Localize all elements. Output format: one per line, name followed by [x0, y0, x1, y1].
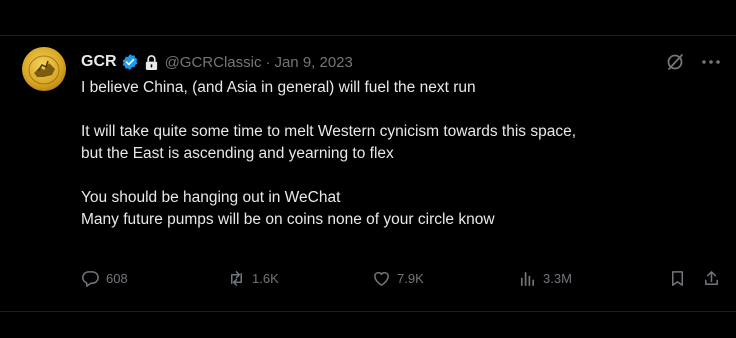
lock-icon: [145, 54, 157, 70]
action-bar: 608 1.6K 7.9K 3.3M: [81, 265, 726, 291]
reply-count: 608: [106, 270, 128, 286]
share-button[interactable]: [702, 265, 721, 291]
more-icon[interactable]: [700, 52, 722, 72]
tweet-line: but the East is ascending and yearning t…: [81, 145, 394, 162]
bookmark-button[interactable]: [668, 265, 687, 291]
repost-icon: [230, 270, 243, 286]
view-count: 3.3M: [543, 270, 572, 286]
tweet-body: I believe China, (and Asia in general) w…: [81, 77, 711, 231]
tweet-line: It will take quite some time to melt Wes…: [81, 123, 577, 140]
tweet-line: I believe China, (and Asia in general) w…: [81, 79, 476, 96]
like-button[interactable]: 7.9K: [372, 265, 424, 291]
user-handle[interactable]: @GCRClassic: [165, 54, 262, 71]
tweet-date[interactable]: Jan 9, 2023: [274, 54, 352, 71]
display-name[interactable]: GCR: [81, 53, 117, 71]
tweet-header: GCR @GCRClassic · Jan 9, 2023: [81, 51, 353, 73]
separator-dot: ·: [265, 53, 271, 71]
tweet-line: You should be hanging out in WeChat: [81, 189, 341, 206]
tweet-line: Many future pumps will be on coins none …: [81, 211, 495, 228]
like-count: 7.9K: [397, 270, 424, 286]
heart-icon: [374, 271, 389, 286]
grok-icon[interactable]: [665, 52, 685, 72]
bookmark-icon: [671, 270, 684, 286]
views-icon: [520, 271, 535, 286]
reply-button[interactable]: 608: [81, 265, 128, 291]
avatar[interactable]: [22, 47, 66, 91]
views-button[interactable]: 3.3M: [518, 265, 572, 291]
top-divider: [0, 35, 736, 36]
verified-badge-icon[interactable]: [121, 53, 139, 71]
repost-count: 1.6K: [252, 270, 279, 286]
bottom-divider: [0, 311, 736, 312]
share-icon: [705, 270, 718, 285]
repost-button[interactable]: 1.6K: [227, 265, 279, 291]
reply-icon: [82, 270, 99, 287]
